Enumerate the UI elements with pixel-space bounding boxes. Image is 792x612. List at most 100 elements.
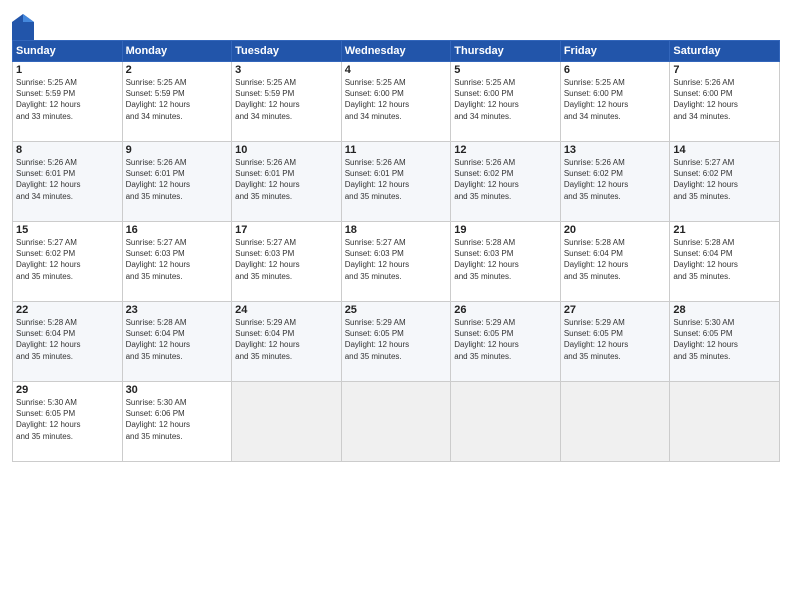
header-row: SundayMondayTuesdayWednesdayThursdayFrid…: [13, 41, 780, 62]
day-number: 1: [16, 64, 119, 76]
day-info: Sunrise: 5:26 AM Sunset: 6:00 PM Dayligh…: [673, 77, 776, 122]
day-number: 18: [345, 224, 448, 236]
day-cell: 21Sunrise: 5:28 AM Sunset: 6:04 PM Dayli…: [670, 222, 780, 302]
day-cell: 4Sunrise: 5:25 AM Sunset: 6:00 PM Daylig…: [341, 62, 451, 142]
day-info: Sunrise: 5:29 AM Sunset: 6:05 PM Dayligh…: [345, 317, 448, 362]
day-number: 17: [235, 224, 338, 236]
week-row-4: 22 Sunrise: 5:28 AM Sunset: 6:04 PM Dayli…: [13, 302, 780, 382]
day-number: 6: [564, 64, 667, 76]
day-number: 13: [564, 144, 667, 156]
day-info: Sunrise: 5:26 AM Sunset: 6:01 PM Dayligh…: [235, 157, 338, 202]
day-number: 15: [16, 224, 119, 236]
day-cell: [451, 382, 561, 462]
day-cell: 13Sunrise: 5:26 AM Sunset: 6:02 PM Dayli…: [560, 142, 670, 222]
day-number: 14: [673, 144, 776, 156]
day-info: Sunrise: 5:25 AM Sunset: 6:00 PM Dayligh…: [345, 77, 448, 122]
day-number: 27: [564, 304, 667, 316]
day-info: Sunrise: 5:30 AM Sunset: 6:05 PM Dayligh…: [16, 397, 119, 442]
day-number: 26: [454, 304, 557, 316]
day-cell: 28Sunrise: 5:30 AM Sunset: 6:05 PM Dayli…: [670, 302, 780, 382]
day-number: 2: [126, 64, 229, 76]
logo: [12, 14, 33, 36]
day-number: 25: [345, 304, 448, 316]
day-header-tuesday: Tuesday: [232, 41, 342, 62]
day-cell: 12Sunrise: 5:26 AM Sunset: 6:02 PM Dayli…: [451, 142, 561, 222]
day-number: 7: [673, 64, 776, 76]
day-number: 4: [345, 64, 448, 76]
logo-icon: [12, 14, 30, 36]
day-cell: [232, 382, 342, 462]
day-cell: 14Sunrise: 5:27 AM Sunset: 6:02 PM Dayli…: [670, 142, 780, 222]
week-row-3: 15Sunrise: 5:27 AM Sunset: 6:02 PM Dayli…: [13, 222, 780, 302]
day-number: 22: [16, 304, 119, 316]
day-cell: 19Sunrise: 5:28 AM Sunset: 6:03 PM Dayli…: [451, 222, 561, 302]
page: SundayMondayTuesdayWednesdayThursdayFrid…: [0, 0, 792, 612]
day-header-sunday: Sunday: [13, 41, 123, 62]
day-cell: [560, 382, 670, 462]
day-cell: 2Sunrise: 5:25 AM Sunset: 5:59 PM Daylig…: [122, 62, 232, 142]
day-cell: 6Sunrise: 5:25 AM Sunset: 6:00 PM Daylig…: [560, 62, 670, 142]
day-cell: 5Sunrise: 5:25 AM Sunset: 6:00 PM Daylig…: [451, 62, 561, 142]
day-number: 12: [454, 144, 557, 156]
day-info: Sunrise: 5:26 AM Sunset: 6:02 PM Dayligh…: [564, 157, 667, 202]
day-cell: [341, 382, 451, 462]
day-number: 28: [673, 304, 776, 316]
day-info: Sunrise: 5:25 AM Sunset: 5:59 PM Dayligh…: [235, 77, 338, 122]
day-info: Sunrise: 5:25 AM Sunset: 6:00 PM Dayligh…: [564, 77, 667, 122]
day-number: 10: [235, 144, 338, 156]
day-number: 21: [673, 224, 776, 236]
day-info: Sunrise: 5:29 AM Sunset: 6:05 PM Dayligh…: [454, 317, 557, 362]
day-cell: 29Sunrise: 5:30 AM Sunset: 6:05 PM Dayli…: [13, 382, 123, 462]
day-number: 19: [454, 224, 557, 236]
day-number: 8: [16, 144, 119, 156]
week-row-1: 1Sunrise: 5:25 AM Sunset: 5:59 PM Daylig…: [13, 62, 780, 142]
day-cell: 26Sunrise: 5:29 AM Sunset: 6:05 PM Dayli…: [451, 302, 561, 382]
day-number: 30: [126, 384, 229, 396]
day-header-friday: Friday: [560, 41, 670, 62]
day-cell: 23Sunrise: 5:28 AM Sunset: 6:04 PM Dayli…: [122, 302, 232, 382]
day-cell: 22Sunrise: 5:28 AM Sunset: 6:04 PM Dayli…: [13, 302, 123, 382]
day-info: Sunrise: 5:30 AM Sunset: 6:05 PM Dayligh…: [673, 317, 776, 362]
day-info: Sunrise: 5:30 AM Sunset: 6:06 PM Dayligh…: [126, 397, 229, 442]
day-header-saturday: Saturday: [670, 41, 780, 62]
day-cell: 15Sunrise: 5:27 AM Sunset: 6:02 PM Dayli…: [13, 222, 123, 302]
day-info: Sunrise: 5:28 AM Sunset: 6:04 PM Dayligh…: [564, 237, 667, 282]
day-cell: 7Sunrise: 5:26 AM Sunset: 6:00 PM Daylig…: [670, 62, 780, 142]
day-info: Sunrise: 5:25 AM Sunset: 6:00 PM Dayligh…: [454, 77, 557, 122]
day-number: 24: [235, 304, 338, 316]
week-row-5: 29Sunrise: 5:30 AM Sunset: 6:05 PM Dayli…: [13, 382, 780, 462]
day-cell: 27Sunrise: 5:29 AM Sunset: 6:05 PM Dayli…: [560, 302, 670, 382]
day-info: Sunrise: 5:27 AM Sunset: 6:02 PM Dayligh…: [16, 237, 119, 282]
day-info: Sunrise: 5:27 AM Sunset: 6:03 PM Dayligh…: [235, 237, 338, 282]
day-cell: 17Sunrise: 5:27 AM Sunset: 6:03 PM Dayli…: [232, 222, 342, 302]
day-number: 20: [564, 224, 667, 236]
day-info: Sunrise: 5:26 AM Sunset: 6:01 PM Dayligh…: [345, 157, 448, 202]
day-info: Sunrise: 5:28 AM Sunset: 6:03 PM Dayligh…: [454, 237, 557, 282]
day-cell: 16Sunrise: 5:27 AM Sunset: 6:03 PM Dayli…: [122, 222, 232, 302]
day-cell: 11Sunrise: 5:26 AM Sunset: 6:01 PM Dayli…: [341, 142, 451, 222]
day-info: Sunrise: 5:28 AM Sunset: 6:04 PM Dayligh…: [126, 317, 229, 362]
day-number: 11: [345, 144, 448, 156]
day-number: 23: [126, 304, 229, 316]
calendar-table: SundayMondayTuesdayWednesdayThursdayFrid…: [12, 40, 780, 462]
day-cell: 8Sunrise: 5:26 AM Sunset: 6:01 PM Daylig…: [13, 142, 123, 222]
day-info: Sunrise: 5:25 AM Sunset: 5:59 PM Dayligh…: [16, 77, 119, 122]
day-cell: 3Sunrise: 5:25 AM Sunset: 5:59 PM Daylig…: [232, 62, 342, 142]
day-cell: [670, 382, 780, 462]
day-number: 9: [126, 144, 229, 156]
day-info: Sunrise: 5:27 AM Sunset: 6:02 PM Dayligh…: [673, 157, 776, 202]
day-info: Sunrise: 5:26 AM Sunset: 6:02 PM Dayligh…: [454, 157, 557, 202]
header: [12, 10, 780, 36]
day-info: Sunrise: 5:29 AM Sunset: 6:05 PM Dayligh…: [564, 317, 667, 362]
week-row-2: 8 Sunrise: 5:26 AM Sunset: 6:01 PM Daylig…: [13, 142, 780, 222]
day-info: Sunrise: 5:27 AM Sunset: 6:03 PM Dayligh…: [345, 237, 448, 282]
day-info: Sunrise: 5:26 AM Sunset: 6:01 PM Dayligh…: [126, 157, 229, 202]
day-cell: 9Sunrise: 5:26 AM Sunset: 6:01 PM Daylig…: [122, 142, 232, 222]
day-cell: 25Sunrise: 5:29 AM Sunset: 6:05 PM Dayli…: [341, 302, 451, 382]
day-header-thursday: Thursday: [451, 41, 561, 62]
day-cell: 24Sunrise: 5:29 AM Sunset: 6:04 PM Dayli…: [232, 302, 342, 382]
day-header-wednesday: Wednesday: [341, 41, 451, 62]
day-cell: 1Sunrise: 5:25 AM Sunset: 5:59 PM Daylig…: [13, 62, 123, 142]
day-cell: 30Sunrise: 5:30 AM Sunset: 6:06 PM Dayli…: [122, 382, 232, 462]
day-cell: 20Sunrise: 5:28 AM Sunset: 6:04 PM Dayli…: [560, 222, 670, 302]
